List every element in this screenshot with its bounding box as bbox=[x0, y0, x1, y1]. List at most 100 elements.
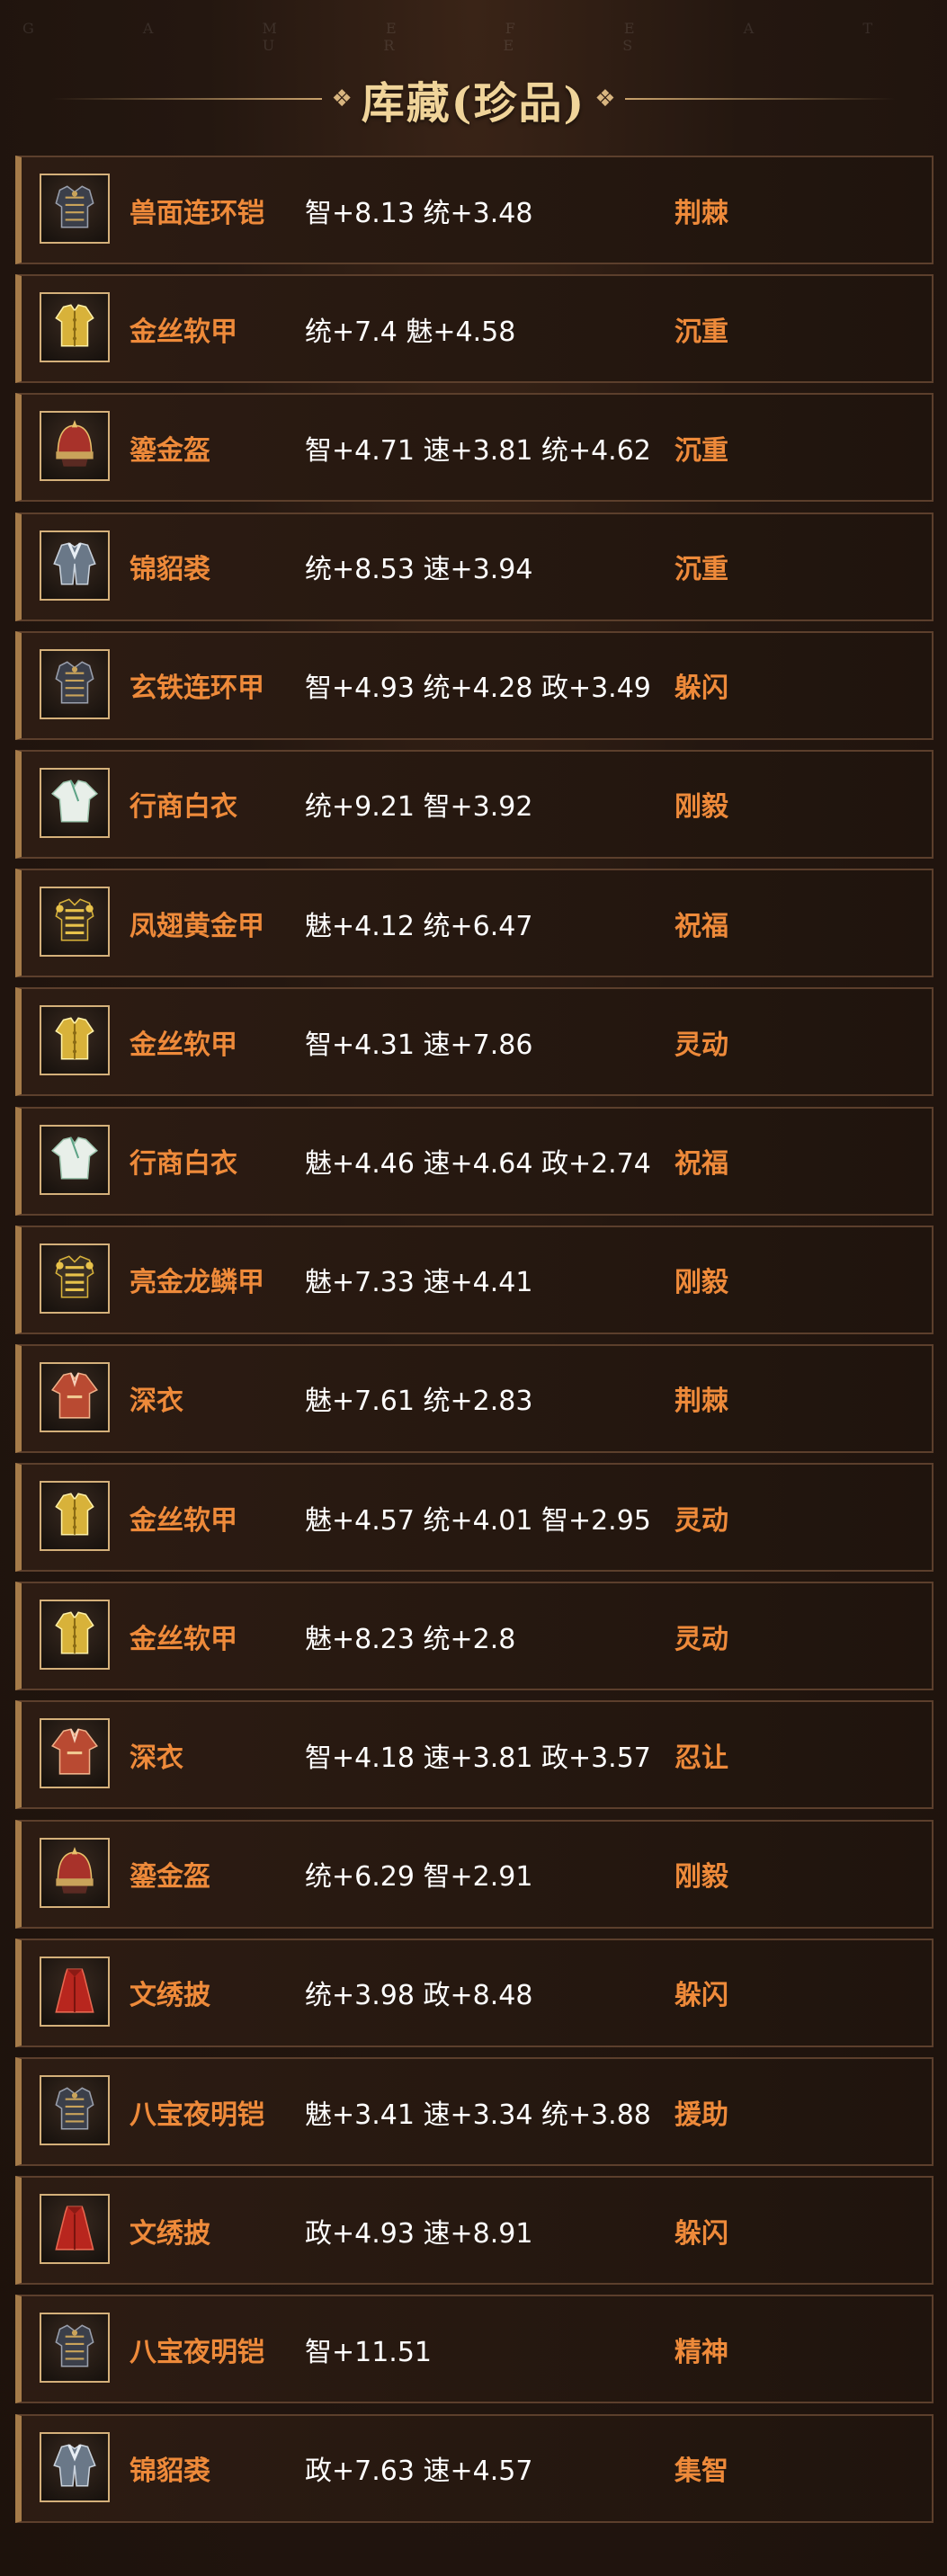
item-name: 行商白衣 bbox=[130, 791, 237, 824]
item-trait: 忍让 bbox=[675, 1742, 728, 1774]
helmet-icon bbox=[47, 416, 103, 476]
item-stats: 智+8.13 统+3.48 bbox=[305, 197, 533, 229]
item-icon-frame[interactable] bbox=[40, 530, 110, 601]
dark-armor-icon bbox=[47, 2318, 103, 2377]
list-item[interactable]: 金丝软甲 魅+8.23 统+2.8 灵动 bbox=[15, 1582, 934, 1691]
list-item[interactable]: 兽面连环铠 智+8.13 统+3.48 荆棘 bbox=[15, 156, 934, 264]
item-trait: 集智 bbox=[675, 2456, 728, 2488]
item-icon-frame[interactable] bbox=[40, 2194, 110, 2265]
item-icon-frame[interactable] bbox=[40, 1005, 110, 1076]
dark-armor-icon bbox=[47, 655, 103, 714]
list-item[interactable]: 凤翅黄金甲 魅+4.12 统+6.47 祝福 bbox=[15, 869, 934, 978]
item-name: 鎏金盔 bbox=[130, 434, 210, 467]
white-robe-icon bbox=[47, 1130, 103, 1190]
dark-armor-icon bbox=[47, 2081, 103, 2140]
item-stats: 魅+8.23 统+2.8 bbox=[305, 1623, 516, 1655]
list-item[interactable]: 八宝夜明铠 智+11.51 精神 bbox=[15, 2295, 934, 2404]
item-icon-frame[interactable] bbox=[40, 887, 110, 958]
item-icon-frame[interactable] bbox=[40, 1718, 110, 1789]
item-trait: 沉重 bbox=[675, 554, 728, 586]
item-icon-frame[interactable] bbox=[40, 174, 110, 244]
helmet-icon bbox=[47, 1843, 103, 1903]
item-icon-frame[interactable] bbox=[40, 1124, 110, 1195]
list-item[interactable]: 玄铁连环甲 智+4.93 统+4.28 政+3.49 躲闪 bbox=[15, 630, 934, 740]
item-stats: 智+4.18 速+3.81 政+3.57 bbox=[305, 1742, 651, 1774]
list-item[interactable]: 亮金龙鳞甲 魅+7.33 速+4.41 刚毅 bbox=[15, 1225, 934, 1334]
item-icon-frame[interactable] bbox=[40, 1481, 110, 1552]
item-name: 金丝软甲 bbox=[130, 316, 237, 348]
title-divider-right bbox=[624, 98, 895, 100]
item-trait: 援助 bbox=[675, 2099, 728, 2131]
item-trait: 躲闪 bbox=[675, 1980, 728, 2012]
item-icon-frame[interactable] bbox=[40, 1361, 110, 1432]
item-trait: 精神 bbox=[675, 2336, 728, 2368]
item-icon-frame[interactable] bbox=[40, 1956, 110, 2027]
title-banner: ❖ 库藏(珍品) ❖ bbox=[0, 63, 947, 135]
item-stats: 统+8.53 速+3.94 bbox=[305, 554, 533, 586]
item-name: 深衣 bbox=[130, 1742, 183, 1774]
item-name: 鎏金盔 bbox=[130, 1861, 210, 1894]
gold-armor-icon bbox=[47, 892, 103, 951]
item-stats: 魅+4.46 速+4.64 政+2.74 bbox=[305, 1148, 651, 1180]
list-item[interactable]: 金丝软甲 智+4.31 速+7.86 灵动 bbox=[15, 987, 934, 1097]
list-item[interactable]: 文绣披 统+3.98 政+8.48 躲闪 bbox=[15, 1938, 934, 2047]
item-stats: 统+7.4 魅+4.58 bbox=[305, 316, 516, 348]
item-icon-frame[interactable] bbox=[40, 1600, 110, 1671]
item-name: 金丝软甲 bbox=[130, 1623, 237, 1655]
gold-vest-icon bbox=[47, 1011, 103, 1070]
item-icon-frame[interactable] bbox=[40, 2075, 110, 2145]
item-icon-frame[interactable] bbox=[40, 292, 110, 363]
gold-vest-icon bbox=[47, 1605, 103, 1664]
list-item[interactable]: 锦貂裘 统+8.53 速+3.94 沉重 bbox=[15, 512, 934, 621]
item-icon-frame[interactable] bbox=[40, 1243, 110, 1314]
list-item[interactable]: 金丝软甲 统+7.4 魅+4.58 沉重 bbox=[15, 274, 934, 384]
item-trait: 荆棘 bbox=[675, 197, 728, 229]
ornament-right-icon: ❖ bbox=[594, 85, 616, 112]
item-trait: 躲闪 bbox=[675, 673, 728, 705]
red-cape-icon bbox=[47, 1962, 103, 2021]
list-item[interactable]: 金丝软甲 魅+4.57 统+4.01 智+2.95 灵动 bbox=[15, 1463, 934, 1573]
item-trait: 祝福 bbox=[675, 910, 728, 942]
item-name: 行商白衣 bbox=[130, 1148, 237, 1180]
item-name: 深衣 bbox=[130, 1386, 183, 1418]
item-stats: 魅+4.57 统+4.01 智+2.95 bbox=[305, 1504, 651, 1537]
item-trait: 祝福 bbox=[675, 1148, 728, 1180]
item-trait: 沉重 bbox=[675, 316, 728, 348]
item-trait: 沉重 bbox=[675, 434, 728, 467]
list-item[interactable]: 鎏金盔 统+6.29 智+2.91 刚毅 bbox=[15, 1819, 934, 1929]
list-item[interactable]: 行商白衣 统+9.21 智+3.92 刚毅 bbox=[15, 749, 934, 859]
item-icon-frame[interactable] bbox=[40, 2313, 110, 2384]
item-trait: 躲闪 bbox=[675, 2217, 728, 2250]
list-item[interactable]: 锦貂裘 政+7.63 速+4.57 集智 bbox=[15, 2413, 934, 2523]
item-icon-frame[interactable] bbox=[40, 2431, 110, 2502]
white-robe-icon bbox=[47, 773, 103, 833]
list-item[interactable]: 深衣 魅+7.61 统+2.83 荆棘 bbox=[15, 1343, 934, 1453]
item-stats: 魅+7.33 速+4.41 bbox=[305, 1267, 533, 1299]
red-robe-icon bbox=[47, 1724, 103, 1783]
fur-coat-icon bbox=[47, 2438, 103, 2497]
list-item[interactable]: 文绣披 政+4.93 速+8.91 躲闪 bbox=[15, 2176, 934, 2286]
list-item[interactable]: 八宝夜明铠 魅+3.41 速+3.34 统+3.88 援助 bbox=[15, 2057, 934, 2166]
list-item[interactable]: 鎏金盔 智+4.71 速+3.81 统+4.62 沉重 bbox=[15, 393, 934, 503]
item-trait: 灵动 bbox=[675, 1623, 728, 1655]
item-name: 金丝软甲 bbox=[130, 1504, 237, 1537]
list-item[interactable]: 行商白衣 魅+4.46 速+4.64 政+2.74 祝福 bbox=[15, 1106, 934, 1216]
item-stats: 魅+7.61 统+2.83 bbox=[305, 1386, 533, 1418]
item-name: 兽面连环铠 bbox=[130, 197, 264, 229]
dark-armor-icon bbox=[47, 179, 103, 238]
item-stats: 政+4.93 速+8.91 bbox=[305, 2217, 533, 2250]
item-icon-frame[interactable] bbox=[40, 1837, 110, 1908]
page-title: 库藏(珍品) bbox=[361, 78, 586, 129]
item-trait: 荆棘 bbox=[675, 1386, 728, 1418]
item-name: 凤翅黄金甲 bbox=[130, 910, 264, 942]
item-stats: 魅+3.41 速+3.34 统+3.88 bbox=[305, 2099, 651, 2131]
item-icon-frame[interactable] bbox=[40, 648, 110, 719]
list-item[interactable]: 深衣 智+4.18 速+3.81 政+3.57 忍让 bbox=[15, 1700, 934, 1810]
gold-vest-icon bbox=[47, 1486, 103, 1546]
item-icon-frame[interactable] bbox=[40, 767, 110, 838]
watermark-text: G A M E F E A T U R E S bbox=[22, 20, 925, 54]
item-stats: 统+3.98 政+8.48 bbox=[305, 1980, 533, 2012]
item-icon-frame[interactable] bbox=[40, 411, 110, 482]
item-name: 玄铁连环甲 bbox=[130, 673, 264, 705]
item-name: 文绣披 bbox=[130, 2217, 210, 2250]
